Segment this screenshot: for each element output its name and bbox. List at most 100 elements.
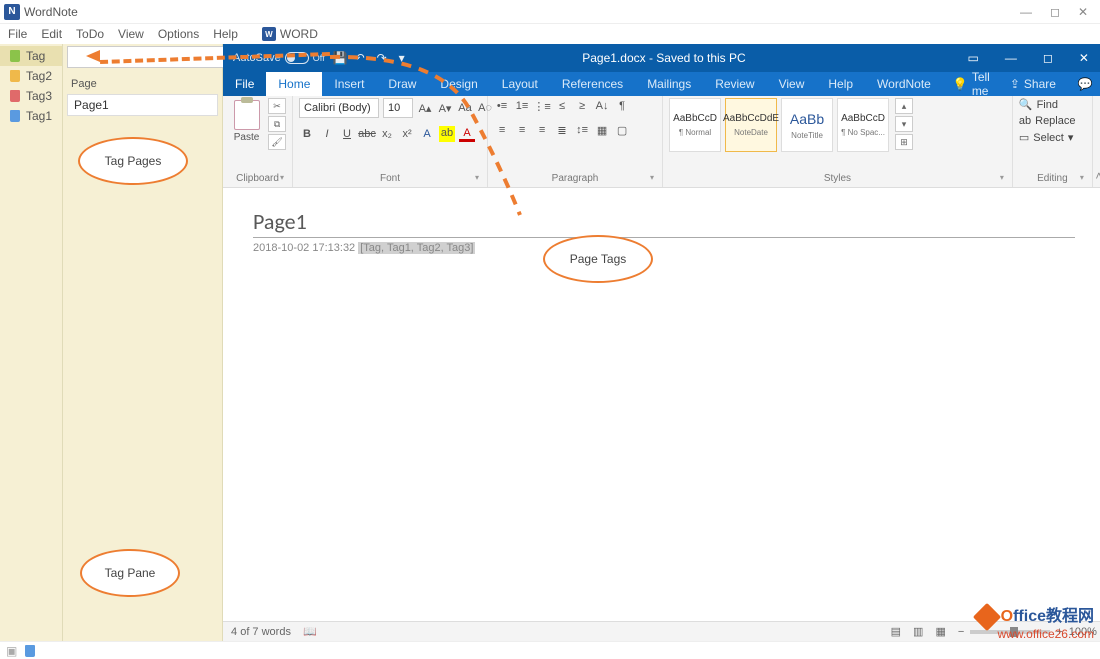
select-icon: ▭	[1019, 131, 1029, 144]
show-marks-icon[interactable]: ¶	[614, 98, 630, 114]
wordnote-titlebar: N WordNote — ◻ ✕	[0, 0, 1100, 24]
paste-label: Paste	[229, 132, 264, 143]
footer-tag-icon[interactable]	[25, 645, 35, 657]
watermark-url: www.office26.com	[977, 627, 1094, 641]
zoom-out-icon[interactable]: −	[958, 626, 964, 638]
page-item[interactable]: Page1	[67, 94, 218, 116]
tag-item[interactable]: Tag3	[0, 86, 62, 106]
style-normal[interactable]: AaBbCcD ¶ Normal	[669, 98, 721, 152]
format-painter-icon[interactable]: 🖌	[268, 134, 286, 150]
styles-up-icon[interactable]: ▴	[895, 98, 913, 114]
cut-icon[interactable]: ✂	[268, 98, 286, 114]
search-icon: 🔍	[1019, 98, 1033, 111]
copy-icon[interactable]: ⧉	[268, 116, 286, 132]
tab-file[interactable]: File	[223, 72, 266, 96]
tag-item[interactable]: Tag1	[0, 106, 62, 126]
share-label: Share	[1024, 77, 1056, 91]
doc-timestamp: 2018-10-02 17:13:32	[253, 242, 355, 254]
menu-todo[interactable]: ToDo	[76, 27, 104, 41]
collapse-ribbon-icon[interactable]: ˄	[1093, 96, 1100, 187]
tab-review[interactable]: Review	[703, 72, 766, 96]
tag-pane: Tag Tag2 Tag3 Tag1	[0, 44, 63, 641]
paste-button[interactable]: Paste	[229, 98, 264, 143]
word-count[interactable]: 4 of 7 words	[231, 626, 291, 638]
share-icon: ⇪	[1010, 77, 1020, 91]
bold-button[interactable]: B	[299, 126, 315, 142]
footer-collapse-icon[interactable]: ▣	[6, 644, 17, 658]
tell-me-label: Tell me	[972, 70, 990, 98]
menu-edit[interactable]: Edit	[41, 27, 62, 41]
menu-help[interactable]: Help	[213, 27, 238, 41]
wordnote-logo-icon: N	[4, 4, 20, 20]
word-statusbar: 4 of 7 words 📖 ▤ ▥ ▦ − + 100%	[223, 621, 1100, 641]
replace-icon: ab	[1019, 115, 1031, 127]
share-button[interactable]: ⇪ Share	[1000, 72, 1066, 96]
borders-icon[interactable]: ▢	[614, 122, 630, 138]
close-button[interactable]: ✕	[1078, 5, 1088, 19]
minimize-button[interactable]: —	[1020, 5, 1032, 19]
tag-icon	[10, 90, 20, 102]
dec-indent-icon[interactable]: ≤	[554, 98, 570, 114]
group-styles-label: Styles	[669, 172, 1006, 185]
tag-item[interactable]: Tag2	[0, 66, 62, 86]
find-button[interactable]: 🔍Find	[1019, 98, 1058, 111]
style-notetitle[interactable]: AaBb NoteTitle	[781, 98, 833, 152]
word-indicator-label: WORD	[280, 27, 318, 41]
tab-view[interactable]: View	[767, 72, 817, 96]
tab-mailings[interactable]: Mailings	[635, 72, 703, 96]
spellcheck-icon[interactable]: 📖	[303, 625, 317, 638]
tag-icon	[10, 110, 20, 122]
lightbulb-icon: 💡	[953, 77, 968, 91]
tag-label: Tag1	[26, 109, 52, 123]
doc-divider	[253, 237, 1075, 238]
watermark-logo-icon	[972, 603, 1000, 631]
select-button[interactable]: ▭Select▾	[1019, 131, 1074, 144]
menu-file[interactable]: File	[8, 27, 27, 41]
tab-home[interactable]: Home	[266, 72, 322, 96]
doc-tags: [Tag, Tag1, Tag2, Tag3]	[358, 242, 475, 254]
style-nospacing[interactable]: AaBbCcD ¶ No Spac...	[837, 98, 889, 152]
web-layout-icon[interactable]: ▦	[935, 625, 945, 638]
callout-page-tags: Page Tags	[543, 235, 653, 283]
tag-item[interactable]: Tag	[0, 46, 62, 66]
clipboard-icon	[234, 100, 260, 130]
tag-icon	[10, 50, 20, 62]
tab-references[interactable]: References	[550, 72, 635, 96]
word-minimize-button[interactable]: —	[999, 49, 1023, 67]
group-clipboard-label: Clipboard	[229, 172, 286, 185]
word-indicator: W WORD	[262, 27, 318, 41]
word-icon: W	[262, 27, 276, 41]
menu-options[interactable]: Options	[158, 27, 199, 41]
word-maximize-button[interactable]: ◻	[1037, 49, 1059, 67]
ribbon-display-icon[interactable]: ▭	[962, 49, 985, 67]
document-title: Page1.docx - Saved to this PC	[582, 51, 745, 65]
read-mode-icon[interactable]: ▤	[891, 625, 901, 638]
shading-icon[interactable]: ▦	[594, 122, 610, 138]
callout-arrow-curve	[320, 45, 540, 225]
callout-tag-pages: Tag Pages	[78, 137, 188, 185]
watermark: Office教程网 www.office26.com	[977, 602, 1094, 641]
word-close-button[interactable]: ✕	[1073, 49, 1095, 67]
comments-icon[interactable]: 💬	[1066, 72, 1100, 96]
document-area[interactable]: Page1 2018-10-02 17:13:32 [Tag, Tag1, Ta…	[223, 188, 1100, 621]
tag-icon	[10, 70, 20, 82]
styles-more-icon[interactable]: ⊞	[895, 134, 913, 150]
tab-help[interactable]: Help	[816, 72, 865, 96]
wordnote-footer: ▣	[0, 641, 1100, 659]
group-editing-label: Editing	[1019, 172, 1086, 185]
print-layout-icon[interactable]: ▥	[913, 625, 923, 638]
replace-button[interactable]: abReplace	[1019, 115, 1076, 127]
justify-icon[interactable]: ≣	[554, 122, 570, 138]
pages-header: Page	[63, 68, 222, 94]
styles-down-icon[interactable]: ▾	[895, 116, 913, 132]
wordnote-title: WordNote	[24, 5, 78, 19]
style-notedate[interactable]: AaBbCcDdE NoteDate	[725, 98, 777, 152]
line-spacing-icon[interactable]: ↕≡	[574, 122, 590, 138]
tell-me-search[interactable]: 💡 Tell me	[943, 72, 1000, 96]
menu-view[interactable]: View	[118, 27, 144, 41]
sort-icon[interactable]: A↓	[594, 98, 610, 114]
maximize-button[interactable]: ◻	[1050, 5, 1060, 19]
doc-meta: 2018-10-02 17:13:32 [Tag, Tag1, Tag2, Ta…	[253, 242, 1075, 254]
inc-indent-icon[interactable]: ≥	[574, 98, 590, 114]
tab-wordnote[interactable]: WordNote	[865, 72, 943, 96]
